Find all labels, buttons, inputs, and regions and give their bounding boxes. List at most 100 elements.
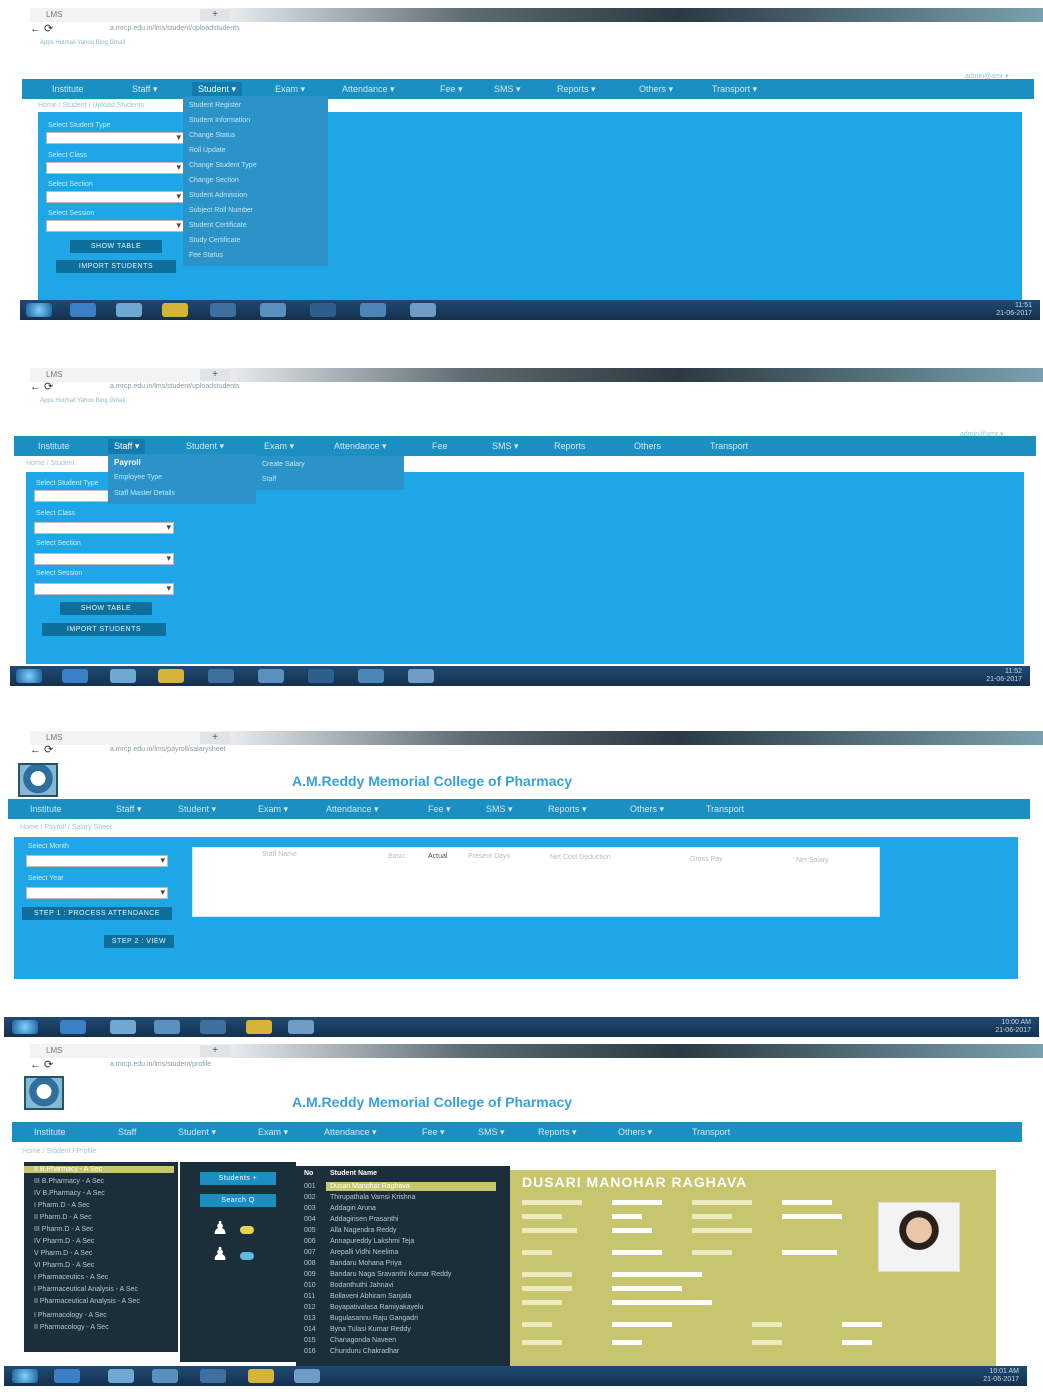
student-name[interactable]: Annapureddy Lakshmi Teja [330,1238,414,1245]
nav-student[interactable]: Student ▾ [178,1127,216,1138]
student-name[interactable]: Byna Tulasi Kumar Reddy [330,1326,411,1333]
address-bar[interactable]: ← ⟳ a.mrcp.edu.in/lms/student/uploadstud… [0,22,1043,36]
nav-sms[interactable]: SMS ▾ [478,1127,505,1138]
import-students-button[interactable]: IMPORT STUDENTS [56,260,176,273]
nav-institute[interactable]: Institute [52,84,84,94]
nav-sms[interactable]: SMS ▾ [494,84,521,95]
student-type-select[interactable] [46,132,184,144]
nav-buttons[interactable]: ← ⟳ [30,743,53,757]
app-icon[interactable] [310,303,336,317]
app-icon[interactable] [294,1369,320,1383]
browser-tab[interactable]: LMS [30,1044,200,1058]
url-text[interactable]: a.mrcp.edu.in/lms/student/uploadstudents [110,22,240,36]
app-icon[interactable] [308,669,334,683]
nav-others[interactable]: Others ▾ [618,1127,652,1138]
student-name[interactable]: Arepalli Vidhi Neelima [330,1249,398,1256]
app-icon[interactable] [358,669,384,683]
student-name[interactable]: Chanagonda Naveen [330,1337,396,1344]
menu-item[interactable]: Change Section [189,177,239,184]
nav-exam[interactable]: Exam ▾ [275,84,305,95]
class-item[interactable]: I Pharmaceutical Analysis - A Sec [34,1286,138,1293]
menu-item[interactable]: Staff Master Details [114,490,175,497]
ie-icon[interactable] [70,303,96,317]
student-name[interactable]: Addagirisen Prasanthi [330,1216,399,1223]
class-item[interactable]: III Pharm.D - A Sec [34,1226,94,1233]
nav-others[interactable]: Others ▾ [639,84,673,95]
submenu-item[interactable]: Staff [262,476,276,483]
start-icon[interactable] [12,1369,38,1383]
menu-item[interactable]: Study Certificate [189,237,240,244]
start-icon[interactable] [16,669,42,683]
class-item-selected[interactable]: II B.Pharmacy - A Sec [24,1166,174,1173]
app-icon[interactable] [152,1369,178,1383]
student-name[interactable]: Addagiri Aruna [330,1205,376,1212]
app-icon[interactable] [200,1369,226,1383]
nav-fee[interactable]: Fee ▾ [422,1127,445,1138]
menu-item[interactable]: Student Register [189,102,241,109]
chrome-icon[interactable] [246,1020,272,1034]
ie-icon[interactable] [54,1369,80,1383]
class-item[interactable]: I Pharm.D - A Sec [34,1202,90,1209]
app-icon[interactable] [408,669,434,683]
nav-attendance[interactable]: Attendance ▾ [342,84,395,95]
folder-icon[interactable] [110,669,136,683]
import-students-button[interactable]: IMPORT STUDENTS [42,623,166,636]
address-bar[interactable]: ← ⟳ a.mrcp.edu.in/lms/student/profile [0,1058,1043,1072]
class-item[interactable]: II Pharm.D - A Sec [34,1214,92,1221]
menu-item[interactable]: Student Admission [189,192,247,199]
nav-others[interactable]: Others [634,441,661,451]
chrome-icon[interactable] [158,669,184,683]
class-item[interactable]: V Pharm.D - A Sec [34,1250,92,1257]
nav-fee[interactable]: Fee ▾ [428,804,451,815]
address-bar[interactable]: ← ⟳ a.mrcp.edu.in/lms/student/uploadstud… [0,380,1043,394]
session-select[interactable] [34,583,174,595]
session-select[interactable] [46,220,184,232]
nav-staff[interactable]: Staff ▾ [116,804,141,815]
nav-student[interactable]: Student ▾ [186,441,224,452]
menu-item[interactable]: Change Student Type [189,162,257,169]
app-icon[interactable] [200,1020,226,1034]
student-name[interactable]: Chunduru Chakradhar [330,1348,399,1355]
class-item[interactable]: IV B.Pharmacy - A Sec [34,1190,105,1197]
nav-exam[interactable]: Exam ▾ [264,441,294,452]
menu-item[interactable]: Student Information [189,117,250,124]
nav-exam[interactable]: Exam ▾ [258,1127,288,1138]
process-attendance-button[interactable]: STEP 1 : PROCESS ATTENDANCE [22,907,172,920]
url-text[interactable]: a.mrcp.edu.in/lms/student/uploadstudents [110,380,240,394]
class-item[interactable]: IV Pharm.D - A Sec [34,1238,94,1245]
nav-buttons[interactable]: ← ⟳ [30,22,53,36]
new-tab-button[interactable]: + [200,9,230,21]
class-item[interactable]: II Pharmacology - A Sec [34,1324,109,1331]
nav-institute[interactable]: Institute [30,804,62,814]
menu-item[interactable]: Subject Roll Number [189,207,253,214]
class-item[interactable]: I Pharmacology - A Sec [34,1312,107,1319]
new-tab-button[interactable]: + [200,1045,230,1057]
nav-sms[interactable]: SMS ▾ [486,804,513,815]
nav-buttons[interactable]: ← ⟳ [30,380,53,394]
ie-icon[interactable] [60,1020,86,1034]
class-item[interactable]: VI Pharm.D - A Sec [34,1262,94,1269]
search-button[interactable]: Search Q [200,1194,276,1207]
url-text[interactable]: a.mrcp.edu.in/lms/student/profile [110,1058,211,1072]
app-icon[interactable] [210,303,236,317]
app-icon[interactable] [410,303,436,317]
folder-icon[interactable] [108,1369,134,1383]
start-icon[interactable] [12,1020,38,1034]
app-icon[interactable] [208,669,234,683]
section-select[interactable] [46,191,184,203]
student-name[interactable]: Bandaru Naga Sravanthi Kumar Reddy [330,1271,451,1278]
nav-reports[interactable]: Reports ▾ [557,84,596,95]
chrome-icon[interactable] [248,1369,274,1383]
student-name[interactable]: Bugulasannu Raju Gangadri [330,1315,418,1322]
student-name[interactable]: Bodanthuthi Jahnavi [330,1282,393,1289]
view-button[interactable]: STEP 2 : VIEW [104,935,174,948]
nav-transport[interactable]: Transport [710,441,748,451]
nav-exam[interactable]: Exam ▾ [258,804,288,815]
nav-reports[interactable]: Reports ▾ [538,1127,577,1138]
payroll-menu-item[interactable]: Payroll [114,458,141,467]
nav-transport[interactable]: Transport ▾ [712,84,757,95]
nav-staff[interactable]: Staff ▾ [108,439,146,454]
app-icon[interactable] [260,303,286,317]
menu-item[interactable]: Roll Update [189,147,226,154]
class-select[interactable] [46,162,184,174]
